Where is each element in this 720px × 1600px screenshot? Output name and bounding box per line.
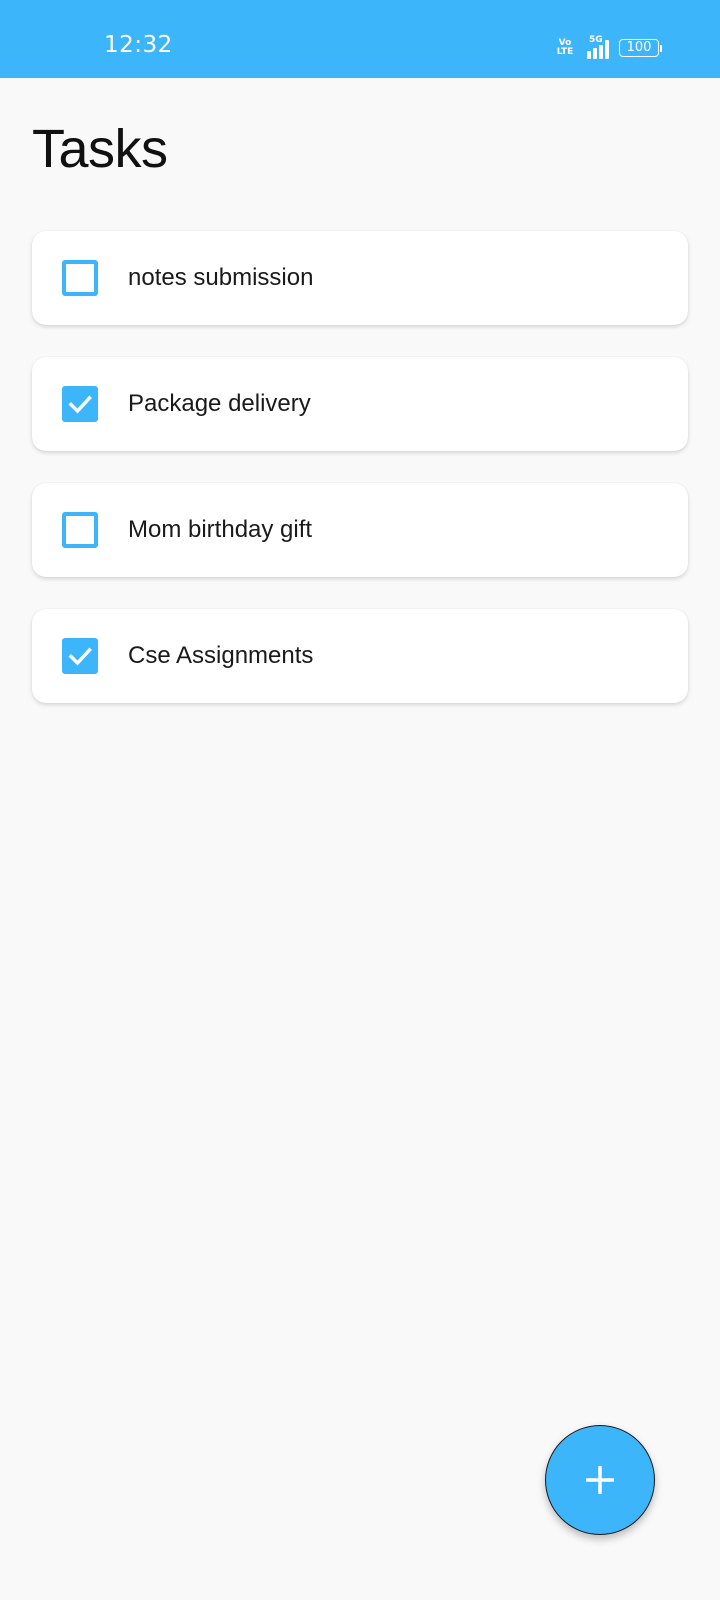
- battery-tip: [660, 44, 662, 52]
- task-item[interactable]: Package delivery: [32, 357, 688, 451]
- volte-icon: Vo LTE: [555, 39, 575, 57]
- task-list: notes submission Package delivery Mom bi…: [32, 231, 688, 735]
- network-type: 5G: [589, 35, 603, 45]
- battery-icon: 100: [619, 39, 662, 57]
- signal-bar: [599, 45, 603, 59]
- signal-bar: [605, 40, 609, 59]
- signal-bar: [587, 51, 591, 59]
- task-label: Cse Assignments: [128, 642, 314, 669]
- task-checkbox[interactable]: [62, 260, 98, 296]
- page-title: Tasks: [32, 119, 168, 179]
- status-time: 12:32: [104, 32, 173, 58]
- volte-bottom-text: LTE: [556, 47, 574, 57]
- checkmark-icon: [68, 647, 92, 666]
- task-checkbox[interactable]: [62, 638, 98, 674]
- checkmark-icon: [68, 395, 92, 414]
- task-item[interactable]: notes submission: [32, 231, 688, 325]
- status-icons: Vo LTE 5G 100: [555, 35, 662, 60]
- signal-icon: 5G: [585, 35, 609, 59]
- battery-level: 100: [619, 39, 659, 57]
- plus-icon: [586, 1466, 614, 1494]
- signal-bar: [593, 48, 597, 59]
- task-checkbox[interactable]: [62, 512, 98, 548]
- status-bar: 12:32 Vo LTE 5G 100: [0, 0, 720, 78]
- task-label: Mom birthday gift: [128, 516, 313, 543]
- task-label: notes submission: [128, 264, 314, 291]
- task-checkbox[interactable]: [62, 386, 98, 422]
- task-item[interactable]: Cse Assignments: [32, 609, 688, 703]
- task-label: Package delivery: [128, 390, 311, 417]
- task-item[interactable]: Mom birthday gift: [32, 483, 688, 577]
- add-task-button[interactable]: [545, 1425, 655, 1535]
